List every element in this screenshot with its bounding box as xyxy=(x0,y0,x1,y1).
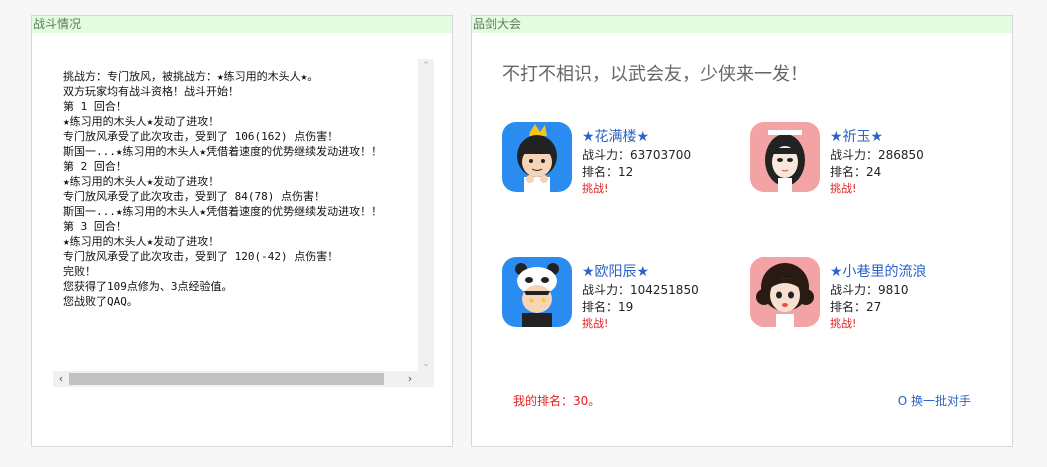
opponent-name[interactable]: ★小巷里的流浪 xyxy=(830,261,927,281)
battle-log-line: 专门放风承受了此次攻击，受到了 106(162) 点伤害！ xyxy=(63,130,339,143)
battle-log-line: 斯国一...★练习用的木头人★凭借着速度的优势继续发动进攻！！ xyxy=(63,205,383,218)
battle-log-line: 专门放风承受了此次攻击，受到了 84(78) 点伤害！ xyxy=(63,190,325,203)
battle-panel-header: 战斗情况 xyxy=(32,16,452,33)
opponent-power: 战斗力：104251850 xyxy=(582,283,699,297)
opponent-name[interactable]: ★花满楼★ xyxy=(582,126,649,146)
opponent-card: ★花满楼★ 战斗力：63703700 排名：12 挑战! xyxy=(502,122,732,202)
battle-log-line: ★练习用的木头人★发动了进攻！ xyxy=(63,175,220,188)
battle-log-line: 第 1 回合！ xyxy=(63,100,127,113)
horizontal-scroll-thumb[interactable] xyxy=(69,373,384,385)
battle-log-text: 挑战方：专门放风，被挑战方：★练习用的木头人★。 双方玩家均有战斗资格！战斗开始！… xyxy=(63,69,417,371)
battle-log-line: 第 3 回合！ xyxy=(63,220,127,233)
opponent-card: ★祈玉★ 战斗力：286850 排名：24 挑战! xyxy=(750,122,980,202)
battle-log-line: 双方玩家均有战斗资格！战斗开始！ xyxy=(63,85,239,98)
challenge-button[interactable]: 挑战! xyxy=(582,315,608,331)
opponent-rank: 排名：24 xyxy=(830,165,882,179)
svg-text:★: ★ xyxy=(540,296,547,305)
opponent-power: 战斗力：286850 xyxy=(830,148,924,162)
opponent-card: ★小巷里的流浪 战斗力：9810 排名：27 挑战! xyxy=(750,257,980,337)
opponent-rank: 排名：19 xyxy=(582,300,634,314)
battle-log-line: ★练习用的木头人★发动了进攻！ xyxy=(63,235,220,248)
avatar-boy-crown-icon[interactable] xyxy=(502,122,572,192)
tournament-panel: 品剑大会 不打不相识，以武会友，少侠来一发！ ★花满楼★ 战斗力：6370370… xyxy=(471,15,1013,447)
challenge-button[interactable]: 挑战! xyxy=(582,180,608,196)
scroll-left-icon[interactable]: ‹ xyxy=(53,371,69,387)
battle-log-line: 第 2 回合！ xyxy=(63,160,127,173)
battle-log-line: 您战败了QAQ。 xyxy=(63,295,138,308)
tournament-panel-header: 品剑大会 xyxy=(472,16,1012,33)
svg-text:★: ★ xyxy=(528,296,535,305)
opponent-rank: 排名：27 xyxy=(830,300,882,314)
refresh-icon: O xyxy=(897,394,911,408)
battle-log-line: 挑战方：专门放风，被挑战方：★练习用的木头人★。 xyxy=(63,70,319,83)
opponent-name[interactable]: ★欧阳辰★ xyxy=(582,261,649,281)
my-rank: 我的排名：30。 xyxy=(513,394,601,408)
battle-log-line: 斯国一...★练习用的木头人★凭借着速度的优势继续发动进攻！！ xyxy=(63,145,383,158)
vertical-scrollbar[interactable]: ⌃ ⌄ xyxy=(418,59,434,371)
battle-log-line: 您获得了109点修为、3点经验值。 xyxy=(63,280,233,293)
battle-log-line: 完败！ xyxy=(63,265,96,278)
challenge-button[interactable]: 挑战! xyxy=(830,315,856,331)
battle-panel: 战斗情况 挑战方：专门放风，被挑战方：★练习用的木头人★。 双方玩家均有战斗资格！… xyxy=(31,15,453,447)
avatar-girl-curly-icon[interactable] xyxy=(750,257,820,327)
opponent-power: 战斗力：63703700 xyxy=(582,148,692,162)
scroll-up-icon[interactable]: ⌃ xyxy=(418,59,434,73)
avatar-girl-bow-icon[interactable] xyxy=(750,122,820,192)
battle-log-line: 专门放风承受了此次攻击，受到了 120(-42) 点伤害！ xyxy=(63,250,339,263)
battle-log[interactable]: 挑战方：专门放风，被挑战方：★练习用的木头人★。 双方玩家均有战斗资格！战斗开始！… xyxy=(53,59,434,387)
opponent-name[interactable]: ★祈玉★ xyxy=(830,126,883,146)
battle-log-line: ★练习用的木头人★发动了进攻！ xyxy=(63,115,220,128)
refresh-label: 换一批对手 xyxy=(910,394,971,408)
challenge-button[interactable]: 挑战! xyxy=(830,180,856,196)
tournament-slogan: 不打不相识，以武会友，少侠来一发！ xyxy=(502,64,808,85)
scroll-right-icon[interactable]: › xyxy=(402,371,418,387)
opponent-power: 战斗力：9810 xyxy=(830,283,909,297)
refresh-opponents-button[interactable]: O 换一批对手 xyxy=(898,392,971,409)
opponent-card: ★ ★ ★欧阳辰★ 战斗力：104251850 排名：19 挑战! xyxy=(502,257,732,337)
scroll-down-icon[interactable]: ⌄ xyxy=(418,357,434,371)
horizontal-scrollbar[interactable]: ‹ › xyxy=(53,371,434,387)
avatar-boy-panda-icon[interactable]: ★ ★ xyxy=(502,257,572,327)
opponent-rank: 排名：12 xyxy=(582,165,634,179)
